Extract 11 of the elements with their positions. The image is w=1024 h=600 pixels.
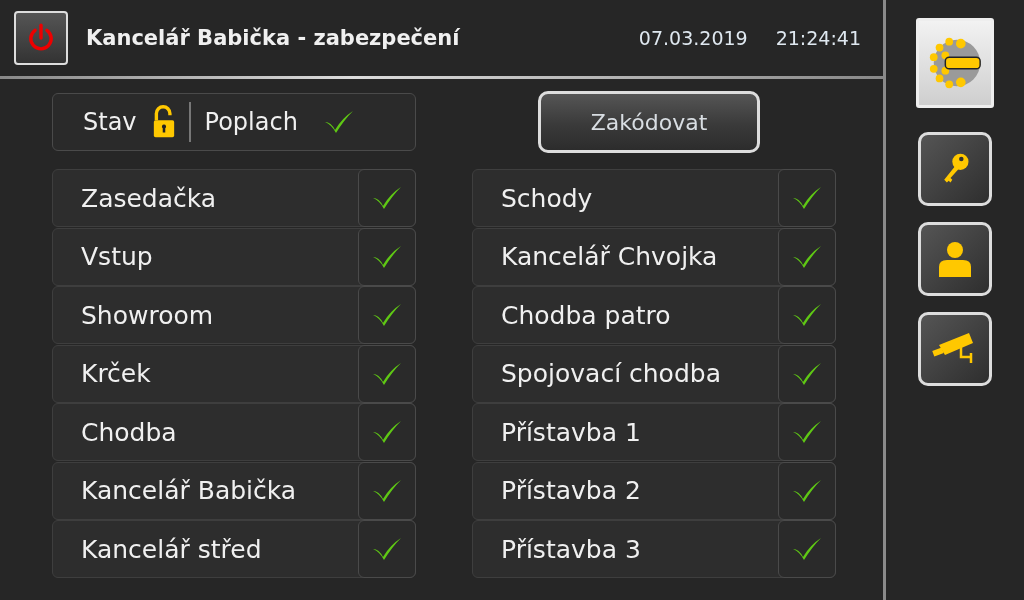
status-label: Stav xyxy=(83,108,137,136)
arm-button[interactable]: Zakódovat xyxy=(538,91,760,153)
time-text: 21:24:41 xyxy=(775,27,861,49)
logo-button[interactable] xyxy=(916,18,994,108)
date-text: 07.03.2019 xyxy=(638,27,748,49)
user-button[interactable] xyxy=(918,222,992,296)
window-title: Kancelář Babička - zabezpečení xyxy=(86,26,461,50)
camera-button[interactable] xyxy=(918,312,992,386)
key-button[interactable] xyxy=(918,132,992,206)
alarm-label: Poplach xyxy=(204,108,298,136)
power-button[interactable] xyxy=(14,11,68,65)
